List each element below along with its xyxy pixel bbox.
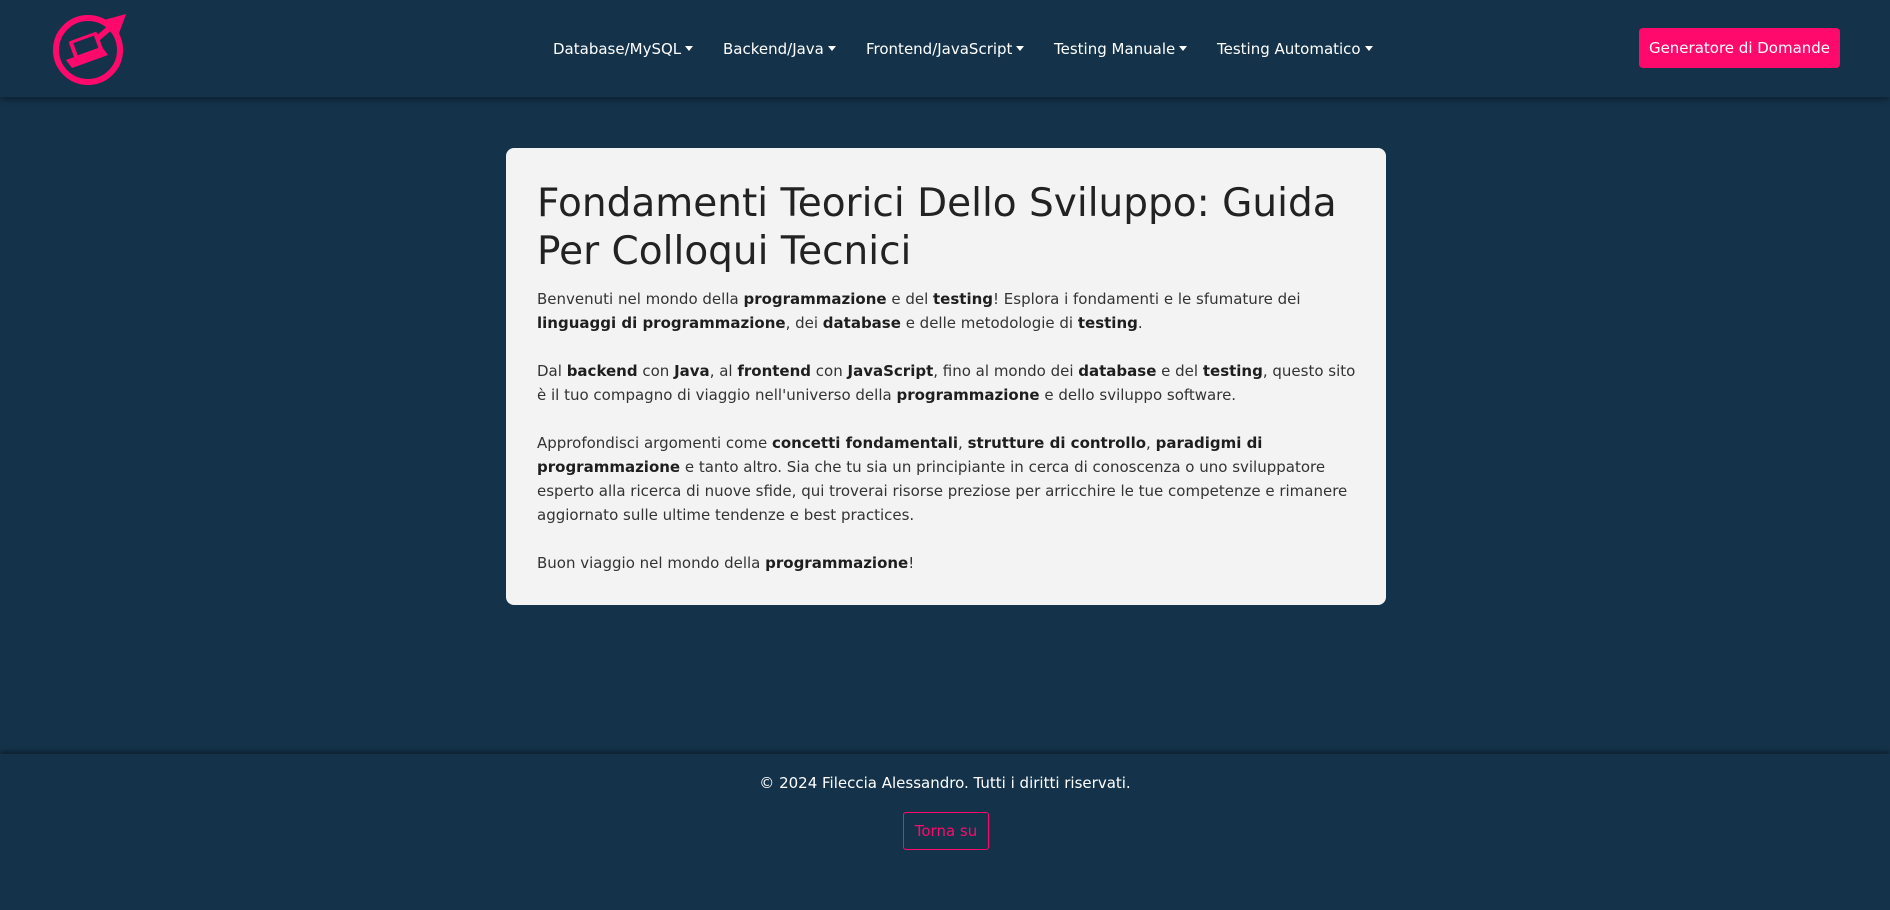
top-navbar: Database/MySQL Backend/Java Frontend/Jav…: [0, 0, 1890, 97]
intro-paragraph: Approfondisci argomenti come concetti fo…: [537, 431, 1356, 527]
nav-item-label: Backend/Java: [723, 40, 824, 58]
text-run: e dello sviluppo software.: [1039, 386, 1237, 404]
bold-term: testing: [1077, 314, 1138, 332]
text-run: !: [908, 554, 915, 572]
text-run: e del: [1156, 362, 1203, 380]
text-run: Approfondisci argomenti come: [537, 434, 772, 452]
text-run: Buon viaggio nel mondo della: [537, 554, 766, 572]
caret-down-icon: [1364, 46, 1373, 51]
bold-term: testing: [933, 290, 994, 308]
bold-term: JavaScript: [847, 362, 934, 380]
text-run: , dei: [785, 314, 823, 332]
bold-term: programmazione: [743, 290, 887, 308]
nav-item-label: Testing Manuale: [1054, 40, 1176, 58]
text-run: ,: [958, 434, 968, 452]
bold-term: backend: [566, 362, 638, 380]
bold-term: programmazione: [896, 386, 1040, 404]
nav-database-mysql[interactable]: Database/MySQL: [553, 34, 694, 64]
bold-term: strutture di controllo: [967, 434, 1147, 452]
text-run: con: [811, 362, 848, 380]
copyright-text: © 2024 Fileccia Alessandro. Tutti i diri…: [759, 774, 1131, 792]
bold-term: database: [822, 314, 901, 332]
intro-paragraph: Buon viaggio nel mondo della programmazi…: [537, 551, 1356, 575]
page-title: Fondamenti Teorici Dello Sviluppo: Guida…: [537, 181, 1337, 274]
nav-item-label: Frontend/JavaScript: [866, 40, 1013, 58]
text-run: , al: [709, 362, 738, 380]
caret-down-icon: [1016, 46, 1025, 51]
page-footer: © 2024 Fileccia Alessandro. Tutti i diri…: [0, 754, 1890, 910]
question-generator-button[interactable]: Generatore di Domande: [1639, 28, 1840, 68]
bold-term: linguaggi di programmazione: [537, 314, 786, 332]
text-run: ,: [1146, 434, 1156, 452]
caret-down-icon: [827, 46, 836, 51]
nav-testing-automatico[interactable]: Testing Automatico: [1217, 34, 1373, 64]
nav-item-label: Database/MySQL: [553, 40, 682, 58]
text-run: ! Esplora i fondamenti e le sfumature de…: [993, 290, 1301, 308]
bold-term: database: [1078, 362, 1157, 380]
text-run: .: [1137, 314, 1143, 332]
main-nav: Database/MySQL Backend/Java Frontend/Jav…: [0, 34, 1890, 64]
bold-term: concetti fondamentali: [771, 434, 959, 452]
text-run: Dal: [537, 362, 567, 380]
bold-term: frontend: [737, 362, 812, 380]
caret-down-icon: [685, 46, 694, 51]
bold-term: Java: [674, 362, 710, 380]
nav-testing-manuale[interactable]: Testing Manuale: [1054, 34, 1188, 64]
text-run: Benvenuti nel mondo della: [537, 290, 744, 308]
text-run: con: [637, 362, 675, 380]
intro-card: Fondamenti Teorici Dello Sviluppo: Guida…: [506, 148, 1386, 605]
nav-frontend-javascript[interactable]: Frontend/JavaScript: [866, 34, 1025, 64]
text-run: e delle metodologie di: [900, 314, 1078, 332]
bold-term: programmazione: [765, 554, 909, 572]
bold-term: testing: [1202, 362, 1263, 380]
back-to-top-button[interactable]: Torna su: [903, 812, 989, 850]
caret-down-icon: [1179, 46, 1188, 51]
intro-paragraph: Benvenuti nel mondo della programmazione…: [537, 287, 1356, 335]
text-run: e del: [886, 290, 934, 308]
nav-item-label: Testing Automatico: [1217, 40, 1361, 58]
text-run: , fino al mondo dei: [933, 362, 1079, 380]
intro-paragraph: Dal backend con Java, al frontend con Ja…: [537, 359, 1356, 407]
nav-backend-java[interactable]: Backend/Java: [723, 34, 836, 64]
